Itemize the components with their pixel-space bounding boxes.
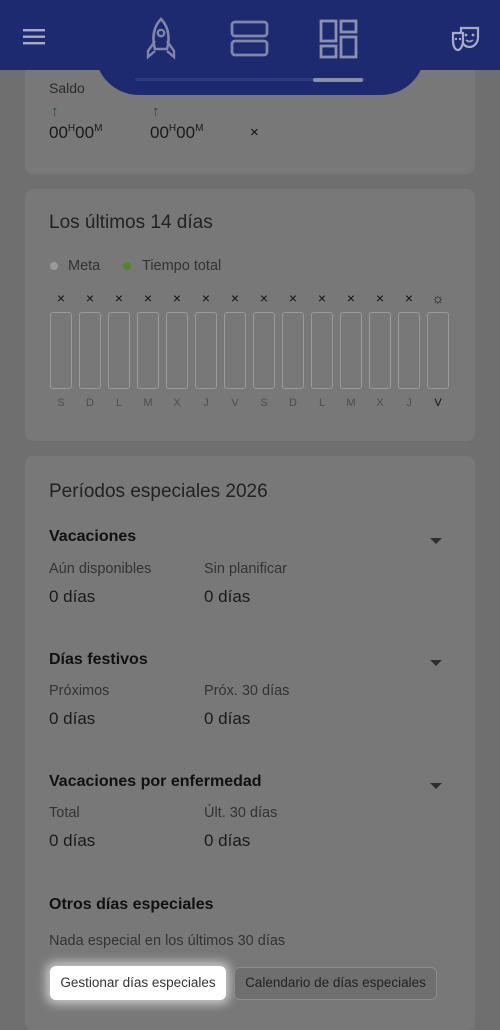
day-mark: ×	[375, 290, 385, 306]
vacaciones-available-value: 0 días	[49, 587, 96, 606]
day-mark: ×	[201, 290, 211, 306]
arrow-up-icon: ↑	[152, 103, 160, 120]
day-mark: ×	[317, 290, 327, 306]
close-icon[interactable]: ×	[250, 124, 259, 141]
special-title: Períodos especiales 2026	[49, 481, 268, 502]
day-label: V	[434, 397, 442, 409]
rocket-icon[interactable]	[143, 17, 179, 61]
day-label: X	[173, 397, 181, 409]
enfermedad-total-label: Total	[49, 805, 80, 821]
day-bar[interactable]	[79, 312, 101, 389]
vacaciones-unplanned-value: 0 días	[204, 587, 251, 606]
chevron-down-icon[interactable]	[430, 660, 442, 666]
hours-unit: H	[168, 123, 177, 134]
festivos-30-value: 0 días	[204, 709, 251, 728]
enfermedad-total-value: 0 días	[49, 831, 96, 850]
otros-title: Otros días especiales	[49, 896, 214, 913]
day-bar[interactable]	[224, 312, 246, 389]
day-label: J	[406, 397, 412, 409]
day-bar[interactable]	[282, 312, 304, 389]
special-days-calendar-button[interactable]: Calendario de días especiales	[234, 967, 437, 1000]
festivos-next-value: 0 días	[49, 709, 96, 728]
day-bar[interactable]	[50, 312, 72, 389]
minutes-unit: M	[195, 123, 204, 134]
day-label: J	[203, 397, 209, 409]
day-label: X	[376, 397, 384, 409]
balance-time-2: 00H00M	[150, 123, 203, 143]
day-bar[interactable]	[108, 312, 130, 389]
balance-time-1: 00H00M	[49, 123, 102, 143]
vacaciones-title[interactable]: Vacaciones	[49, 528, 136, 546]
day-label: V	[231, 397, 239, 409]
day-mark: ×	[346, 290, 356, 306]
day-mark: ×	[114, 290, 124, 306]
festivos-next-label: Próximos	[49, 683, 110, 699]
rows-icon[interactable]	[230, 19, 270, 59]
legend-dot-meta	[50, 262, 58, 270]
day-label: D	[86, 397, 94, 409]
day-bar[interactable]	[398, 312, 420, 389]
otros-text: Nada especial en los últimos 30 días	[49, 933, 286, 949]
day-bar[interactable]	[137, 312, 159, 389]
day-mark: ×	[143, 290, 153, 306]
day-mark: ×	[172, 290, 182, 306]
enfermedad-title[interactable]: Vacaciones por enfermedad	[49, 773, 262, 791]
tab-indicator	[313, 78, 363, 82]
day-label: S	[57, 397, 65, 409]
festivos-30-label: Próx. 30 días	[204, 683, 290, 699]
day-label: L	[115, 397, 123, 409]
day-bar[interactable]	[195, 312, 217, 389]
balance-hours: 00	[150, 123, 169, 142]
chevron-down-icon[interactable]	[430, 783, 442, 789]
balance-label: Saldo	[49, 80, 85, 96]
vacaciones-unplanned-label: Sin planificar	[204, 561, 288, 577]
day-mark: ×	[85, 290, 95, 306]
balance-minutes: 00	[176, 123, 196, 142]
legend-dot-total	[123, 262, 131, 270]
vacaciones-available-label: Aún disponibles	[49, 561, 152, 577]
day-label: L	[318, 397, 326, 409]
day-label: M	[346, 397, 356, 409]
day-bar[interactable]	[311, 312, 333, 389]
day-mark: ×	[259, 290, 269, 306]
day-mark: ×	[404, 290, 414, 306]
day-mark: ×	[230, 290, 240, 306]
day-mark: ×	[56, 290, 66, 306]
day-label: M	[143, 397, 153, 409]
balance-hours: 00	[49, 123, 68, 142]
menu-icon[interactable]	[23, 27, 47, 47]
chevron-down-icon[interactable]	[430, 538, 442, 544]
manage-special-days-button[interactable]: Gestionar días especiales	[50, 966, 226, 1000]
day-bar[interactable]	[253, 312, 275, 389]
dashboard-icon[interactable]	[319, 19, 359, 59]
legend-meta: Meta	[68, 258, 101, 274]
day-bar[interactable]	[427, 312, 449, 389]
hours-unit: H	[67, 123, 76, 134]
legend-total: Tiempo total	[142, 258, 222, 274]
day-bar[interactable]	[166, 312, 188, 389]
balance-minutes: 00	[75, 123, 95, 142]
theater-masks-icon[interactable]	[451, 25, 481, 53]
day-bar[interactable]	[340, 312, 362, 389]
day-label: S	[260, 397, 268, 409]
enfermedad-30-value: 0 días	[204, 831, 251, 850]
day-bar[interactable]	[369, 312, 391, 389]
minutes-unit: M	[94, 123, 103, 134]
festivos-title[interactable]: Días festivos	[49, 651, 148, 669]
enfermedad-30-label: Últ. 30 días	[204, 805, 278, 821]
arrow-up-icon: ↑	[51, 103, 59, 120]
sun-icon: ☼	[431, 290, 445, 306]
day-label: D	[289, 397, 297, 409]
day-mark: ×	[288, 290, 298, 306]
last14-title: Los últimos 14 días	[49, 212, 213, 233]
